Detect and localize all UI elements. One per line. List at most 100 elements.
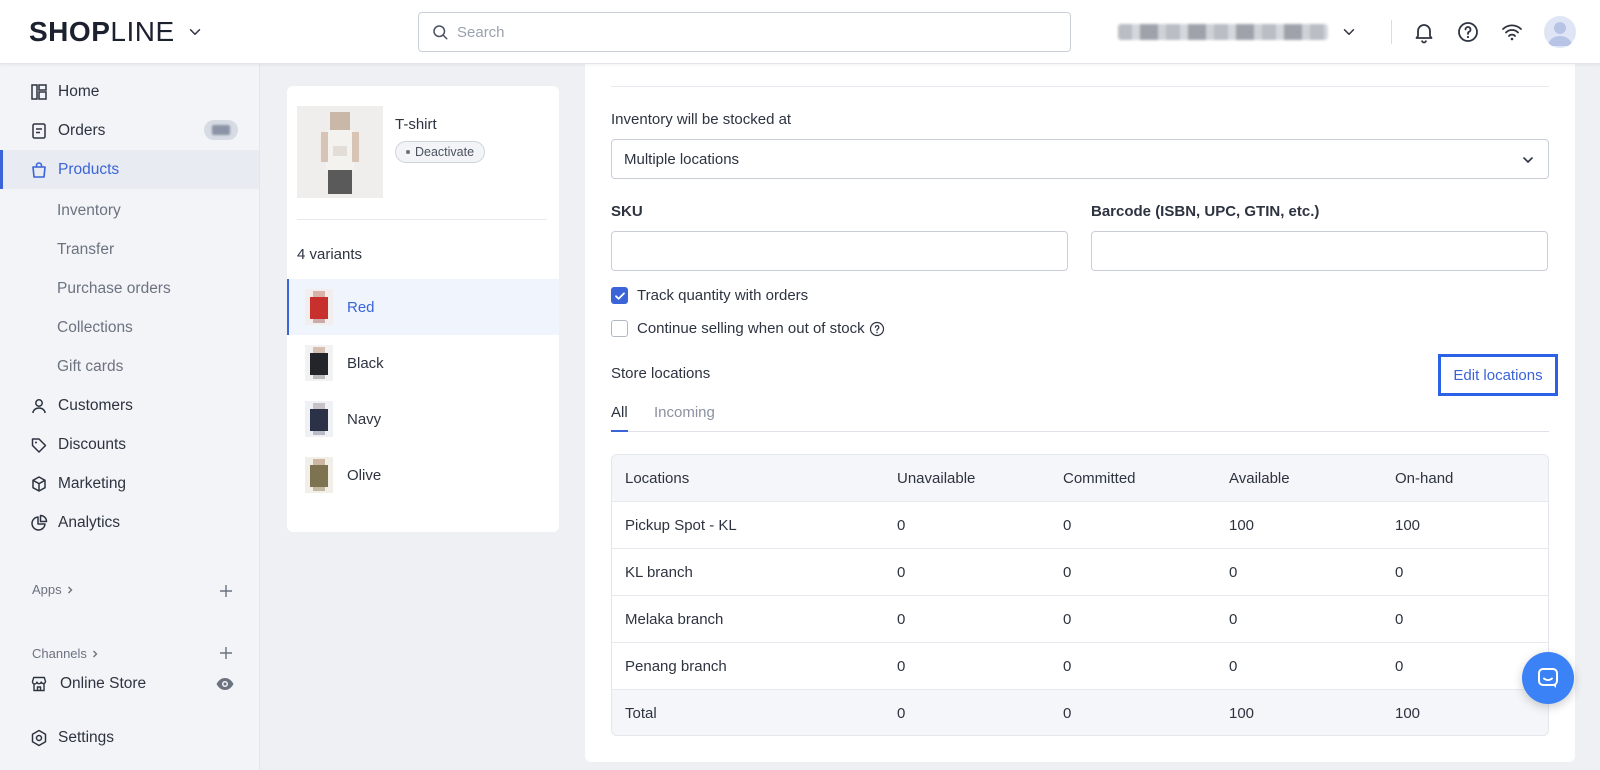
search-icon bbox=[433, 25, 448, 40]
committed-value: 0 bbox=[1063, 611, 1072, 628]
chat-icon bbox=[1538, 668, 1558, 688]
unavailable-value: 0 bbox=[897, 517, 906, 534]
total-on-hand: 100 bbox=[1395, 705, 1421, 722]
variant-label: Red bbox=[347, 298, 375, 316]
apps-label-text: Apps bbox=[32, 582, 62, 597]
sidebar-item-label: Customers bbox=[58, 396, 133, 414]
sidebar-item-label: Home bbox=[58, 82, 100, 100]
eye-icon[interactable] bbox=[215, 674, 235, 694]
variant-thumbnail bbox=[305, 457, 333, 493]
sidebar-subitem-transfer[interactable]: Transfer bbox=[57, 241, 114, 259]
sidebar-item-products[interactable]: Products bbox=[0, 150, 259, 189]
column-header: Unavailable bbox=[897, 470, 976, 487]
variant-item-black[interactable]: Black bbox=[287, 335, 559, 391]
sidebar-item-home[interactable]: Home bbox=[0, 72, 259, 111]
table-row: Penang branch 0 0 0 0 bbox=[612, 642, 1548, 689]
available-value: 100 bbox=[1229, 517, 1255, 534]
variant-label: Navy bbox=[347, 410, 382, 428]
sidebar-subitem-purchase-orders[interactable]: Purchase orders bbox=[57, 280, 171, 298]
shopline-logo[interactable]: SH O P LINE bbox=[29, 16, 175, 48]
total-unavailable: 0 bbox=[897, 705, 906, 722]
add-channel-icon[interactable] bbox=[218, 645, 234, 661]
add-app-icon[interactable] bbox=[218, 583, 234, 599]
sidebar-item-analytics[interactable]: Analytics bbox=[0, 503, 259, 542]
channels-group-label[interactable]: Channels bbox=[32, 646, 101, 661]
user-avatar-icon bbox=[1548, 22, 1572, 46]
table-row: Pickup Spot - KL 0 0 100 100 bbox=[612, 501, 1548, 548]
search-input[interactable] bbox=[457, 23, 1070, 41]
stock-location-select[interactable]: Multiple locations bbox=[611, 139, 1549, 179]
channels-label-text: Channels bbox=[32, 646, 87, 661]
on-hand-value: 0 bbox=[1395, 611, 1404, 628]
unavailable-value: 0 bbox=[897, 564, 906, 581]
variant-item-navy[interactable]: Navy bbox=[287, 391, 559, 447]
chat-support-button[interactable] bbox=[1522, 652, 1574, 704]
available-value: 0 bbox=[1229, 611, 1238, 628]
sidebar-item-settings[interactable]: Settings bbox=[0, 718, 259, 757]
sidebar-item-label: Orders bbox=[58, 121, 106, 139]
sidebar-item-label: Analytics bbox=[58, 513, 121, 531]
locations-table: Locations Unavailable Committed Availabl… bbox=[611, 454, 1549, 736]
sidebar-subitem-collections[interactable]: Collections bbox=[57, 319, 133, 337]
status-badge: Deactivate bbox=[395, 141, 486, 163]
total-committed: 0 bbox=[1063, 705, 1072, 722]
chevron-down-icon[interactable] bbox=[186, 23, 204, 41]
apps-group-label[interactable]: Apps bbox=[32, 582, 76, 597]
chevron-down-icon bbox=[1523, 157, 1533, 163]
store-name-redacted[interactable] bbox=[1118, 24, 1328, 40]
variants-card: T-shirt Deactivate 4 variants Red Black … bbox=[287, 86, 559, 532]
edit-locations-button[interactable]: Edit locations bbox=[1438, 354, 1558, 396]
sidebar-item-discounts[interactable]: Discounts bbox=[0, 425, 259, 464]
sidebar-item-marketing[interactable]: Marketing bbox=[0, 464, 259, 503]
wifi-icon[interactable] bbox=[1500, 20, 1524, 44]
column-header: On-hand bbox=[1395, 470, 1454, 487]
search-box[interactable] bbox=[418, 12, 1071, 52]
variant-label: Olive bbox=[347, 466, 382, 484]
help-icon[interactable] bbox=[869, 321, 885, 337]
logo-text-line: LINE bbox=[110, 16, 175, 47]
chevron-down-icon[interactable] bbox=[1340, 23, 1358, 41]
table-row: KL branch 0 0 0 0 bbox=[612, 548, 1548, 595]
sidebar-subitem-gift-cards[interactable]: Gift cards bbox=[57, 358, 123, 376]
bell-icon[interactable] bbox=[1412, 20, 1436, 44]
divider bbox=[611, 86, 1549, 87]
on-hand-value: 100 bbox=[1395, 517, 1421, 534]
orders-count-badge-redacted bbox=[204, 120, 238, 140]
tab-all[interactable]: All bbox=[611, 404, 628, 432]
barcode-label: Barcode (ISBN, UPC, GTIN, etc.) bbox=[1091, 203, 1320, 220]
variant-thumbnail bbox=[305, 401, 333, 437]
unavailable-value: 0 bbox=[897, 611, 906, 628]
check-icon bbox=[615, 292, 625, 300]
barcode-input[interactable] bbox=[1091, 231, 1548, 271]
locations-tabs: All Incoming bbox=[611, 394, 1549, 432]
tab-incoming[interactable]: Incoming bbox=[654, 404, 715, 421]
track-quantity-label: Track quantity with orders bbox=[637, 287, 809, 304]
variant-item-olive[interactable]: Olive bbox=[287, 447, 559, 503]
divider bbox=[1391, 20, 1392, 44]
track-quantity-checkbox[interactable] bbox=[611, 287, 628, 304]
help-icon[interactable] bbox=[1456, 20, 1480, 44]
sku-label: SKU bbox=[611, 203, 643, 220]
store-icon bbox=[31, 676, 47, 691]
variant-item-red[interactable]: Red bbox=[287, 279, 559, 335]
track-quantity-row[interactable]: Track quantity with orders bbox=[611, 287, 808, 304]
logo-text-p: P bbox=[91, 16, 111, 47]
on-hand-value: 0 bbox=[1395, 564, 1404, 581]
chevron-right-icon bbox=[67, 586, 73, 593]
sidebar-subitem-inventory[interactable]: Inventory bbox=[57, 202, 121, 220]
cube-icon bbox=[32, 475, 46, 492]
sidebar-item-customers[interactable]: Customers bbox=[0, 386, 259, 425]
continue-selling-row[interactable]: Continue selling when out of stock bbox=[611, 320, 885, 337]
variants-count: 4 variants bbox=[297, 246, 363, 263]
variant-thumbnail bbox=[305, 345, 333, 381]
logo-text-o: O bbox=[68, 16, 92, 47]
bag-icon bbox=[32, 161, 46, 178]
total-available: 100 bbox=[1229, 705, 1255, 722]
continue-selling-label: Continue selling when out of stock bbox=[637, 320, 865, 337]
pie-chart-icon bbox=[31, 514, 48, 531]
sidebar-item-label: Marketing bbox=[58, 474, 127, 492]
location-name: KL branch bbox=[625, 564, 693, 581]
avatar[interactable] bbox=[1544, 16, 1576, 48]
continue-selling-checkbox[interactable] bbox=[611, 320, 628, 337]
sku-input[interactable] bbox=[611, 231, 1068, 271]
